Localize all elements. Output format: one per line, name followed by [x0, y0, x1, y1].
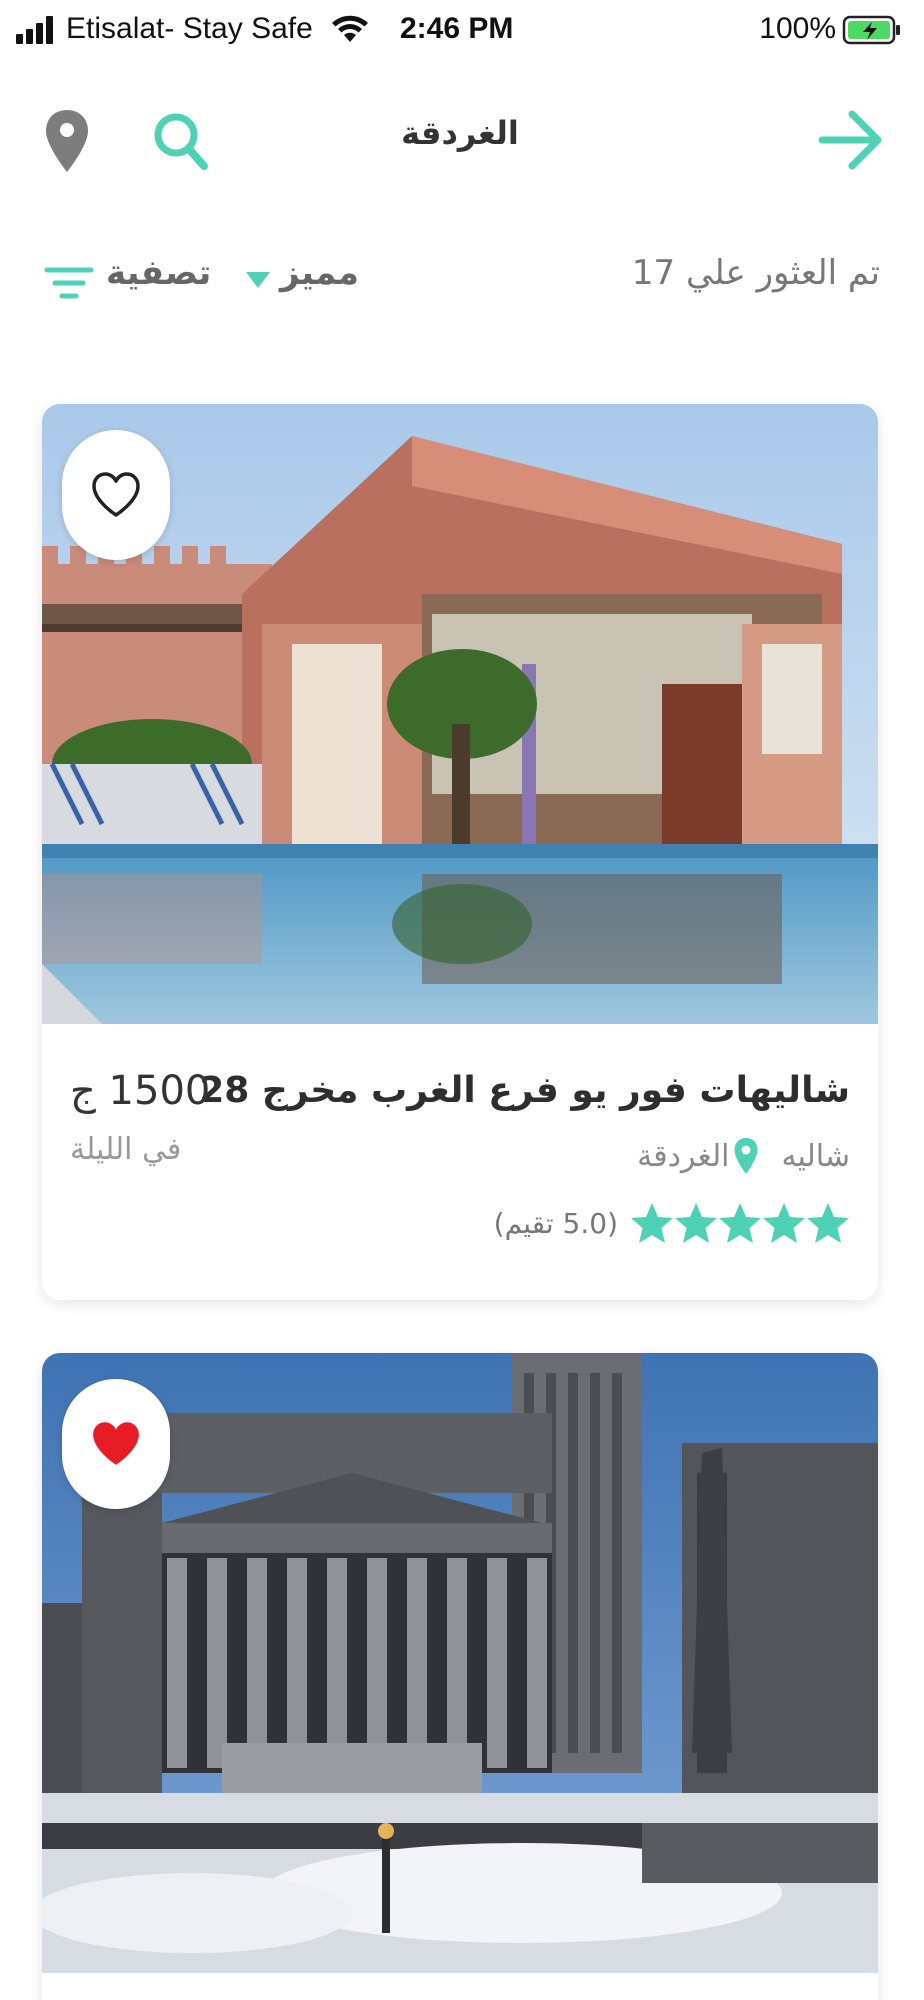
listing-card[interactable]: شاليهات فور يو فرع الغرب مخرج 28 شاليه ا…: [42, 404, 878, 1300]
header: الغردقة: [0, 90, 924, 190]
listing-meta: شاليه الغردقة: [637, 1134, 850, 1178]
star-icon: [807, 1203, 849, 1243]
listing-title[interactable]: شاليهات فور يو فرع الغرب مخرج 28: [199, 1070, 850, 1111]
battery-charging-icon: [842, 15, 900, 45]
heart-filled-icon: [93, 1422, 139, 1465]
price-unit: في الليلة: [70, 1132, 182, 1167]
wifi-icon: [332, 15, 368, 42]
heart-outline-icon: [92, 472, 140, 517]
star-rating: [630, 1202, 850, 1244]
listing-type: شاليه: [781, 1138, 850, 1174]
carrier-name: Etisalat- Stay Safe: [66, 12, 313, 45]
listing-rating: (5.0 تقيم): [494, 1202, 850, 1244]
listing-price: 1500 ج: [70, 1068, 211, 1114]
listing-card[interactable]: [42, 1353, 878, 2000]
filter-bar: تصفية مميز تم العثور علي 17: [0, 245, 924, 315]
status-bar: Etisalat- Stay Safe 2:46 PM 100%: [0, 0, 924, 62]
star-icon: [719, 1203, 761, 1243]
battery-percent: 100%: [759, 12, 836, 45]
app-screen: Etisalat- Stay Safe 2:46 PM 100% الغردقة: [0, 0, 924, 2000]
pin-icon: [734, 1138, 758, 1174]
star-icon: [763, 1203, 805, 1243]
sort-dropdown[interactable]: مميز: [280, 253, 359, 293]
favorite-button[interactable]: [62, 430, 170, 560]
signal-icon: [16, 16, 58, 44]
star-icon: [631, 1203, 673, 1243]
filter-button[interactable]: تصفية: [106, 253, 211, 293]
clock: 2:46 PM: [400, 12, 514, 45]
filter-icon[interactable]: [44, 265, 94, 301]
rating-count: (5.0 تقيم): [493, 1206, 618, 1240]
listing-location: الغردقة: [637, 1138, 730, 1174]
location-icon[interactable]: [42, 108, 92, 174]
arrow-icon[interactable]: [816, 106, 884, 174]
chevron-down-icon[interactable]: [245, 271, 271, 289]
star-icon: [675, 1203, 717, 1243]
results-count: تم العثور علي 17: [631, 253, 880, 293]
page-title: الغردقة: [401, 114, 519, 152]
favorite-button[interactable]: [62, 1379, 170, 1509]
search-icon[interactable]: [152, 110, 210, 172]
